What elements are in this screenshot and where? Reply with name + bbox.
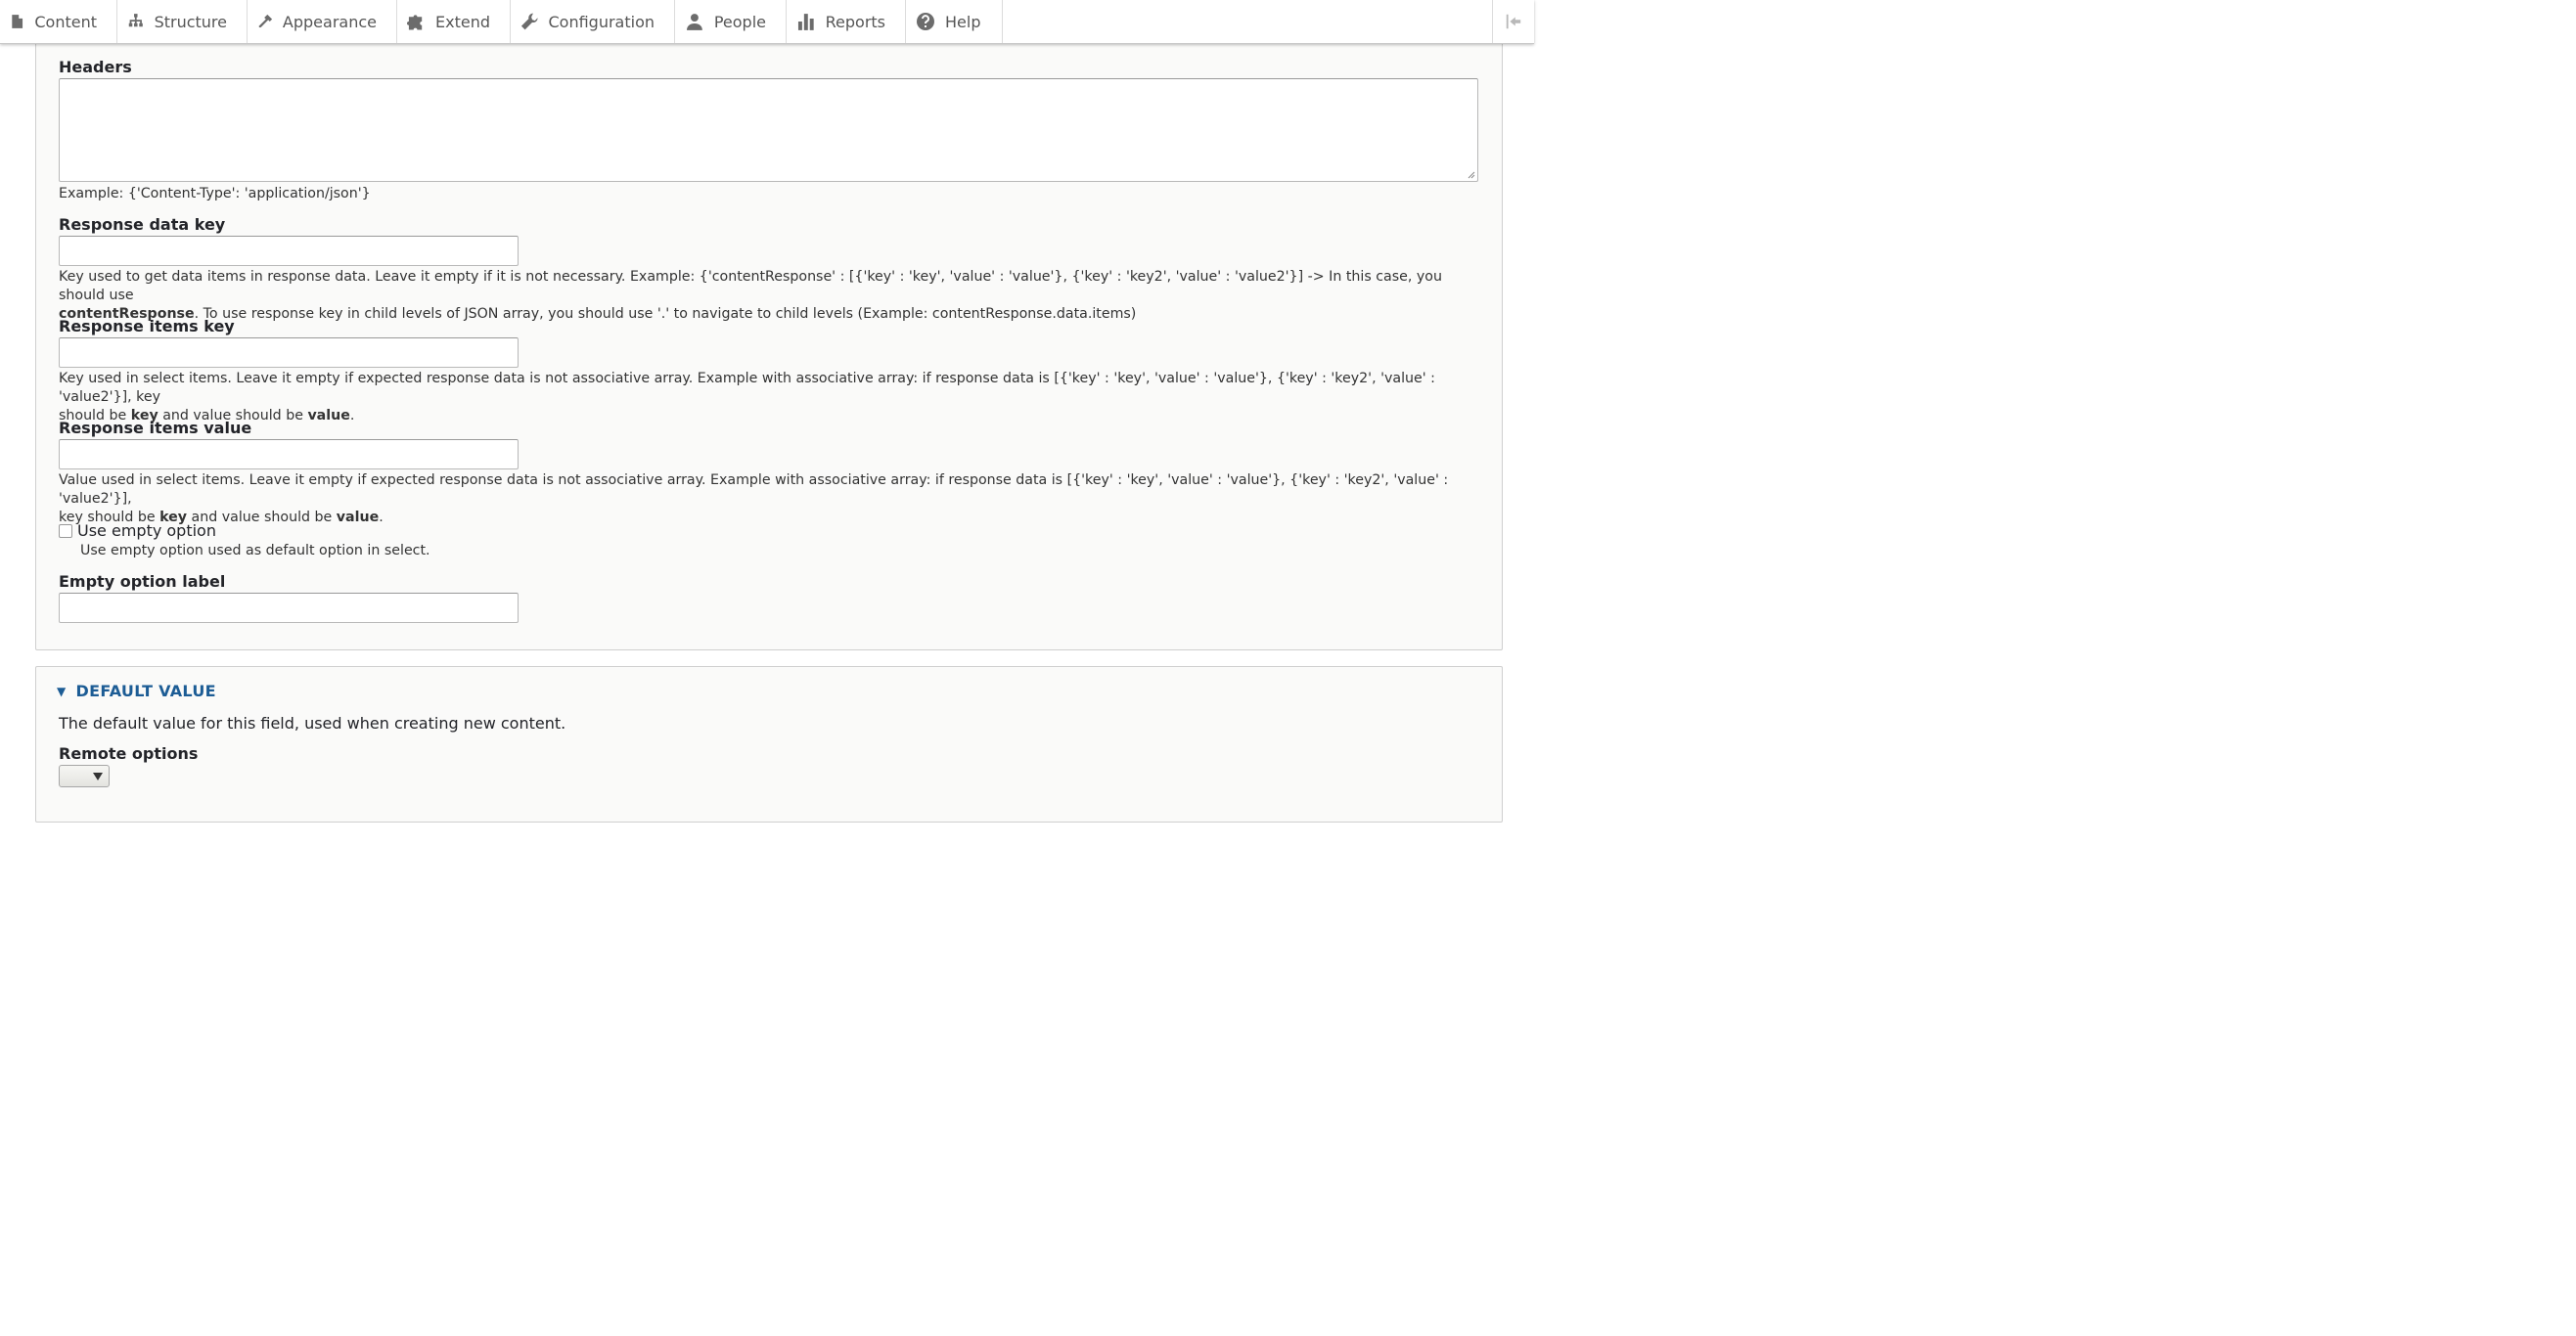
triangle-down-icon: ▼ bbox=[57, 684, 67, 698]
description-text: . bbox=[379, 510, 384, 525]
toolbar-item-structure[interactable]: Structure bbox=[117, 0, 248, 43]
default-value-description: The default value for this field, used w… bbox=[59, 714, 566, 733]
response-items-value-description: Value used in select items. Leave it emp… bbox=[59, 471, 1477, 527]
paintbrush-icon bbox=[258, 14, 273, 28]
page-left-edge bbox=[0, 43, 8, 795]
description-text: . bbox=[349, 408, 355, 423]
toolbar-item-label: Configuration bbox=[548, 12, 655, 31]
response-data-key-label: Response data key bbox=[59, 215, 226, 234]
response-items-key-description: Key used in select items. Leave it empty… bbox=[59, 370, 1477, 425]
dropdown-arrow-icon bbox=[93, 773, 103, 780]
use-empty-option-checkbox[interactable] bbox=[59, 524, 72, 538]
collapse-arrow-icon bbox=[1506, 14, 1521, 29]
headers-label: Headers bbox=[59, 58, 132, 76]
default-value-fieldset bbox=[35, 666, 1503, 823]
resize-grip-icon[interactable] bbox=[1466, 169, 1475, 179]
use-empty-option-label[interactable]: Use empty option bbox=[77, 521, 216, 540]
file-icon bbox=[12, 15, 23, 28]
help-icon bbox=[917, 13, 934, 30]
response-items-key-label: Response items key bbox=[59, 317, 235, 335]
response-data-key-input[interactable] bbox=[59, 236, 519, 266]
toolbar-item-content[interactable]: Content bbox=[0, 0, 117, 43]
description-text: Key used to get data items in response d… bbox=[59, 269, 1442, 303]
toolbar-item-label: Structure bbox=[154, 12, 227, 31]
toolbar-item-configuration[interactable]: Configuration bbox=[511, 0, 675, 43]
sitemap-icon bbox=[128, 14, 143, 27]
toolbar-item-label: Help bbox=[945, 12, 981, 31]
person-icon bbox=[686, 14, 702, 30]
default-value-summary[interactable]: ▼ DEFAULT VALUE bbox=[57, 682, 216, 700]
remote-options-label: Remote options bbox=[59, 744, 199, 763]
description-bold: value bbox=[307, 408, 350, 423]
toolbar-item-label: Content bbox=[34, 12, 97, 31]
response-items-value-input[interactable] bbox=[59, 439, 519, 469]
empty-option-label-label: Empty option label bbox=[59, 572, 226, 591]
toolbar-item-label: Appearance bbox=[282, 12, 377, 31]
toolbar-item-label: Extend bbox=[435, 12, 490, 31]
headers-description: Example: {'Content-Type': 'application/j… bbox=[59, 186, 371, 201]
description-bold: value bbox=[336, 510, 380, 525]
description-text: . To use response key in child levels of… bbox=[194, 306, 1137, 322]
remote-options-select[interactable] bbox=[59, 765, 110, 787]
response-items-key-input[interactable] bbox=[59, 337, 519, 368]
admin-toolbar: Content Structure Appearance Extend Conf… bbox=[0, 0, 1534, 44]
response-data-key-description: Key used to get data items in response d… bbox=[59, 268, 1477, 324]
toolbar-item-extend[interactable]: Extend bbox=[397, 0, 511, 43]
headers-textarea[interactable] bbox=[59, 78, 1478, 182]
toolbar-item-label: People bbox=[713, 12, 766, 31]
toolbar-item-help[interactable]: Help bbox=[906, 0, 1003, 43]
empty-option-label-input[interactable] bbox=[59, 593, 519, 623]
use-empty-option-description: Use empty option used as default option … bbox=[80, 543, 430, 558]
toolbar-item-label: Reports bbox=[825, 12, 885, 31]
response-items-value-label: Response items value bbox=[59, 419, 252, 437]
description-text: Key used in select items. Leave it empty… bbox=[59, 371, 1435, 405]
puzzle-icon bbox=[407, 15, 423, 30]
description-text: Value used in select items. Leave it emp… bbox=[59, 472, 1449, 507]
toolbar-item-appearance[interactable]: Appearance bbox=[248, 0, 397, 43]
wrench-icon bbox=[520, 13, 538, 30]
toolbar-item-people[interactable]: People bbox=[675, 0, 787, 43]
toolbar-orientation-toggle[interactable] bbox=[1492, 0, 1534, 43]
toolbar-item-reports[interactable]: Reports bbox=[787, 0, 906, 43]
default-value-title: DEFAULT VALUE bbox=[75, 682, 216, 700]
bar-chart-icon bbox=[797, 14, 814, 30]
